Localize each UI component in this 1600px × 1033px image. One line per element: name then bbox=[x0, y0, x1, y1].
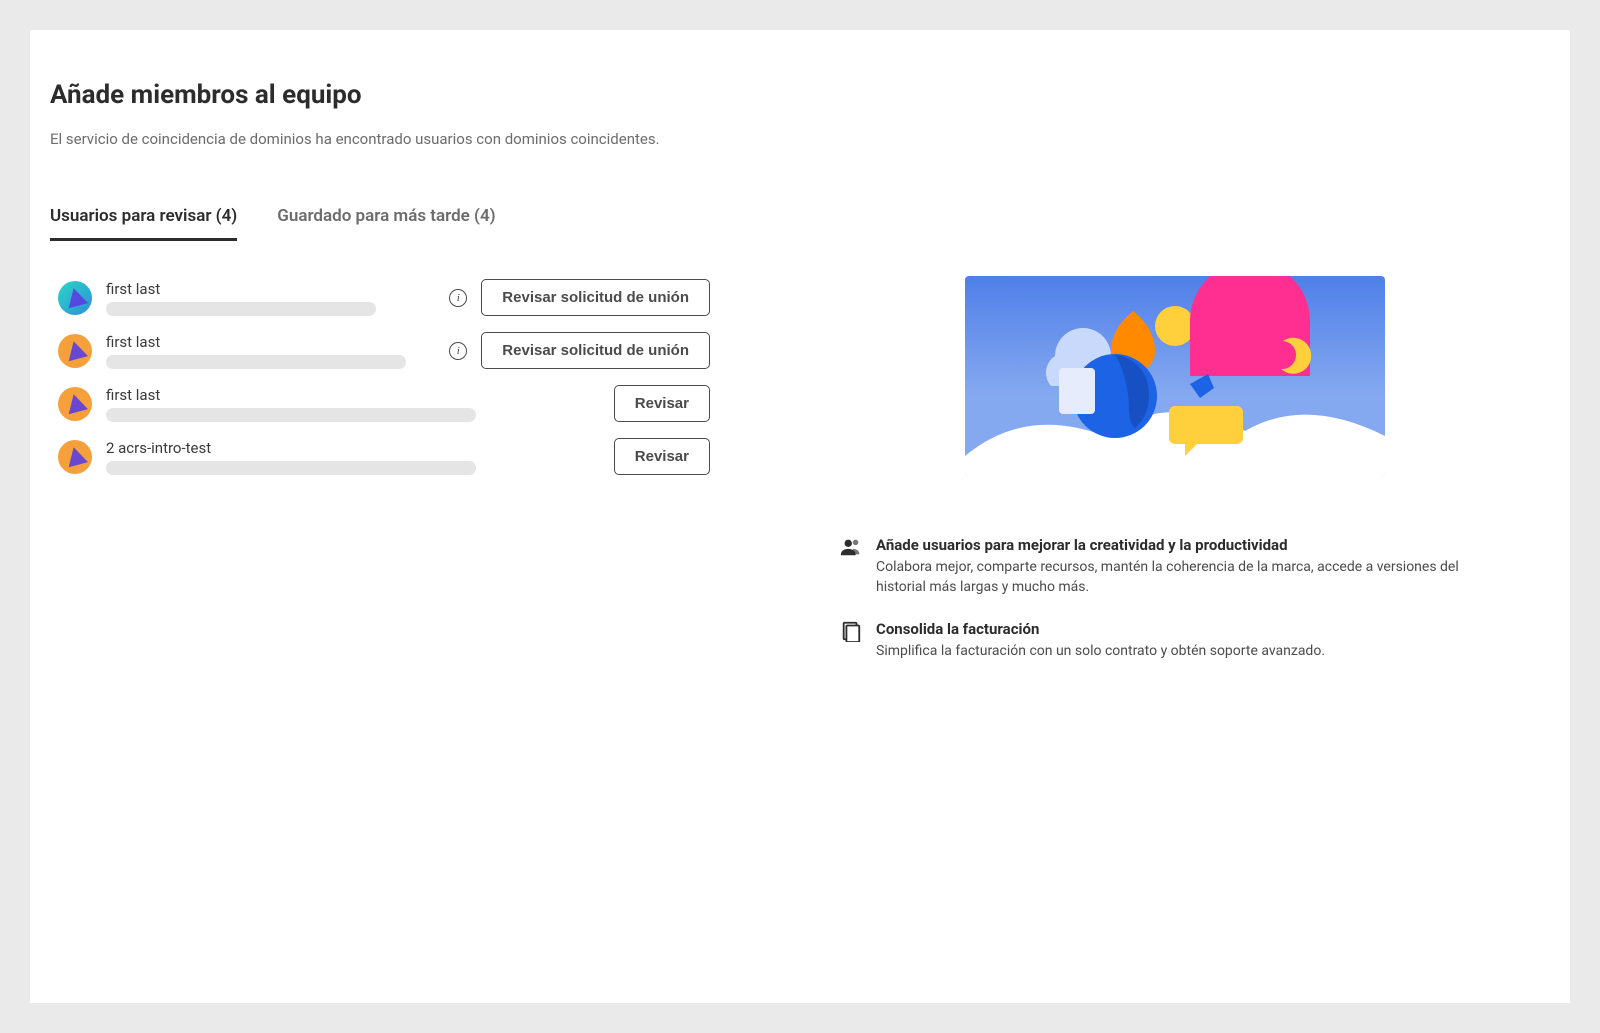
team-illustration bbox=[965, 276, 1385, 476]
user-row: first last i Revisar solicitud de unión bbox=[50, 271, 710, 324]
users-icon bbox=[840, 536, 862, 558]
info-icon[interactable]: i bbox=[449, 289, 467, 307]
user-row: first last i Revisar solicitud de unión bbox=[50, 324, 710, 377]
user-name: first last bbox=[106, 280, 435, 298]
page-subtitle: El servicio de coincidencia de dominios … bbox=[50, 130, 1550, 148]
user-name: first last bbox=[106, 333, 435, 351]
tab-users-to-review[interactable]: Usuarios para revisar (4) bbox=[50, 206, 237, 241]
header: Añade miembros al equipo El servicio de … bbox=[50, 80, 1550, 176]
review-button[interactable]: Revisar solicitud de unión bbox=[481, 332, 710, 369]
info-icon[interactable]: i bbox=[449, 342, 467, 360]
user-detail-placeholder bbox=[106, 302, 376, 316]
left-panel: Usuarios para revisar (4) Guardado para … bbox=[50, 176, 710, 723]
user-detail-placeholder bbox=[106, 408, 476, 422]
user-info: first last bbox=[106, 280, 435, 316]
avatar bbox=[58, 440, 92, 474]
user-info: first last bbox=[106, 386, 600, 422]
avatar bbox=[58, 387, 92, 421]
review-button[interactable]: Revisar bbox=[614, 385, 710, 422]
user-detail-placeholder bbox=[106, 355, 406, 369]
review-button[interactable]: Revisar bbox=[614, 438, 710, 475]
benefit-desc: Colabora mejor, comparte recursos, manté… bbox=[876, 557, 1510, 598]
user-name: 2 acrs-intro-test bbox=[106, 439, 600, 457]
tabs: Usuarios para revisar (4) Guardado para … bbox=[50, 206, 710, 241]
avatar bbox=[58, 281, 92, 315]
document-icon bbox=[840, 620, 862, 642]
page-title: Añade miembros al equipo bbox=[50, 80, 1550, 110]
benefit-desc: Simplifica la facturación con un solo co… bbox=[876, 641, 1510, 661]
user-detail-placeholder bbox=[106, 461, 476, 475]
avatar bbox=[58, 334, 92, 368]
user-row: first last Revisar bbox=[50, 377, 710, 430]
review-button[interactable]: Revisar solicitud de unión bbox=[481, 279, 710, 316]
benefit-title: Consolida la facturación bbox=[876, 620, 1510, 638]
benefit-text: Añade usuarios para mejorar la creativid… bbox=[876, 536, 1510, 598]
benefit-title: Añade usuarios para mejorar la creativid… bbox=[876, 536, 1510, 554]
benefit-text: Consolida la facturación Simplifica la fa… bbox=[876, 620, 1510, 661]
user-row: 2 acrs-intro-test Revisar bbox=[50, 430, 710, 483]
benefit-row: Consolida la facturación Simplifica la fa… bbox=[840, 620, 1510, 661]
content-row: Usuarios para revisar (4) Guardado para … bbox=[50, 176, 1550, 723]
benefits-list: Añade usuarios para mejorar la creativid… bbox=[840, 536, 1510, 661]
user-info: first last bbox=[106, 333, 435, 369]
user-info: 2 acrs-intro-test bbox=[106, 439, 600, 475]
user-list: first lastiRevisar solicitud de uniónfir… bbox=[50, 271, 710, 483]
main-card: Añade miembros al equipo El servicio de … bbox=[30, 30, 1570, 1003]
right-panel: Añade usuarios para mejorar la creativid… bbox=[750, 176, 1550, 723]
tab-saved-for-later[interactable]: Guardado para más tarde (4) bbox=[277, 206, 495, 241]
benefit-row: Añade usuarios para mejorar la creativid… bbox=[840, 536, 1510, 598]
user-name: first last bbox=[106, 386, 600, 404]
